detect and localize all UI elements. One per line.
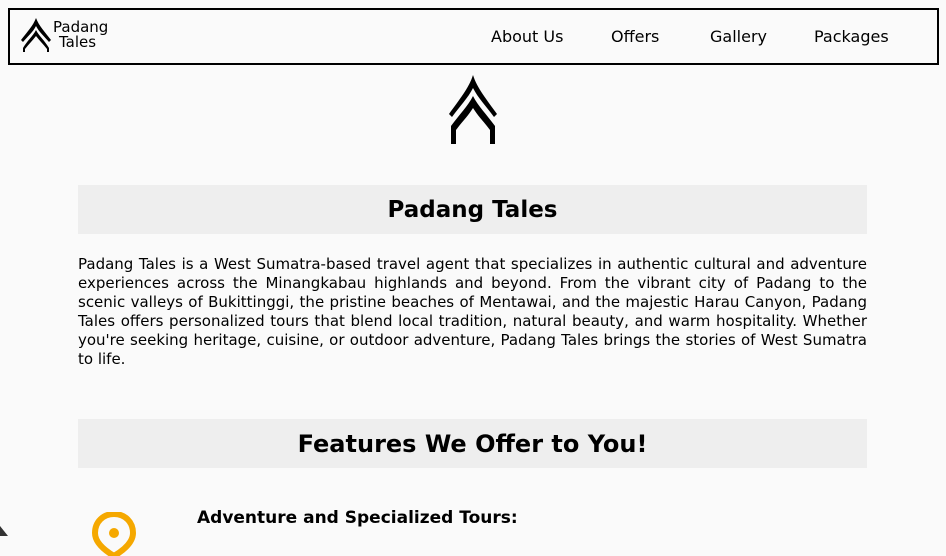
brand-name: Padang Tales (53, 20, 108, 50)
nav-link-gallery[interactable]: Gallery (710, 27, 767, 46)
rumah-gadang-roof-icon (449, 75, 497, 144)
about-heading: Padang Tales (387, 196, 558, 223)
feature-title: Adventure and Specialized Tours: (197, 508, 518, 528)
nav-link-packages[interactable]: Packages (814, 27, 889, 46)
top-navbar: Padang Tales About Us Offers Gallery Pac… (8, 8, 939, 65)
brand[interactable]: Padang Tales (19, 14, 108, 56)
about-description: Padang Tales is a West Sumatra-based tra… (78, 255, 867, 368)
window-corner (0, 526, 8, 536)
nav-link-about-us[interactable]: About Us (491, 27, 563, 46)
nav-link-offers[interactable]: Offers (611, 27, 659, 46)
features-heading: Features We Offer to You! (297, 429, 648, 458)
about-heading-band: Padang Tales (78, 185, 867, 234)
rumah-gadang-roof-icon (21, 18, 51, 52)
brand-name-line2: Tales (59, 33, 97, 51)
location-pin-icon (92, 512, 136, 556)
features-heading-band: Features We Offer to You! (78, 419, 867, 468)
